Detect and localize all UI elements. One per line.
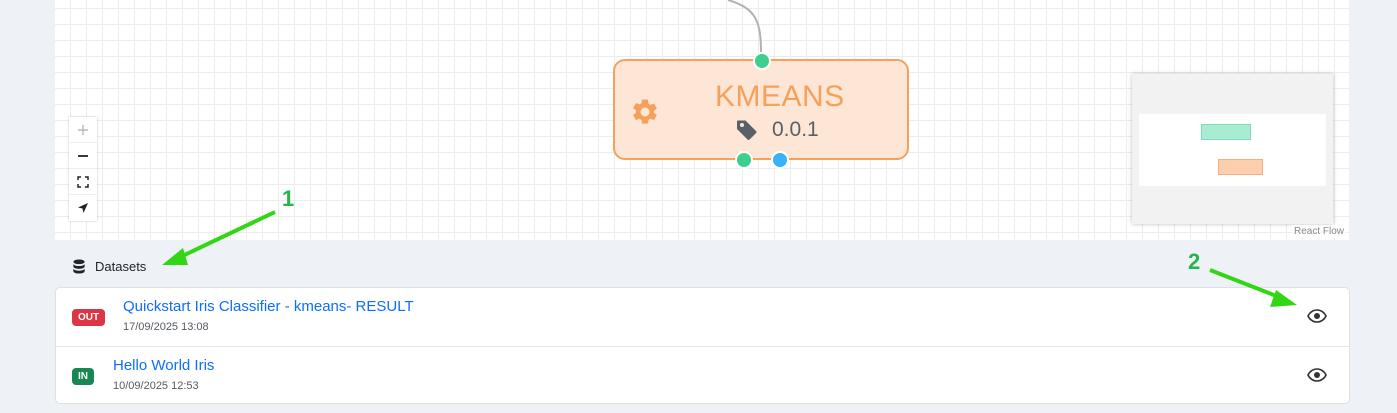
- minimap-node-green: [1201, 124, 1251, 140]
- zoom-in-button[interactable]: [69, 117, 97, 143]
- react-flow-attribution[interactable]: React Flow: [1290, 225, 1347, 238]
- fit-view-button[interactable]: [69, 169, 97, 195]
- in-badge: IN: [72, 368, 94, 385]
- zoom-out-button[interactable]: [69, 143, 97, 169]
- navigation-arrow-icon: [78, 203, 88, 213]
- minimap[interactable]: [1132, 74, 1333, 224]
- fit-view-icon: [77, 175, 89, 188]
- datasets-list: OUT Quickstart Iris Classifier - kmeans-…: [55, 287, 1350, 404]
- list-item[interactable]: IN Hello World Iris 10/09/2025 12:53: [56, 346, 1349, 405]
- plus-icon: [78, 124, 88, 135]
- tag-icon: [737, 120, 757, 140]
- datasets-title: Datasets: [95, 259, 147, 274]
- minimap-node-orange: [1218, 159, 1263, 175]
- dataset-link[interactable]: Quickstart Iris Classifier - kmeans- RES…: [123, 298, 414, 315]
- datasets-header: Datasets: [72, 259, 146, 274]
- node-version: 0.0.1: [772, 118, 819, 141]
- flow-controls: [69, 117, 97, 221]
- output-handle-blue[interactable]: [771, 151, 789, 169]
- dataset-link[interactable]: Hello World Iris: [113, 357, 214, 374]
- annotation-label-1: 1: [282, 186, 295, 211]
- input-handle[interactable]: [753, 52, 771, 70]
- eye-icon[interactable]: [1307, 367, 1327, 383]
- locate-button[interactable]: [69, 195, 97, 221]
- flow-canvas[interactable]: KMEANS 0.0.1 React Flow: [55, 0, 1349, 240]
- database-icon: [73, 259, 85, 274]
- annotation-label-2: 2: [1188, 249, 1201, 274]
- minus-icon: [78, 154, 88, 157]
- eye-icon[interactable]: [1307, 308, 1327, 324]
- dataset-date: 17/09/2025 13:08: [123, 321, 209, 333]
- gear-icon: [633, 99, 657, 124]
- kmeans-node[interactable]: KMEANS 0.0.1: [613, 59, 909, 160]
- list-item[interactable]: OUT Quickstart Iris Classifier - kmeans-…: [56, 288, 1349, 346]
- out-badge: OUT: [72, 309, 106, 326]
- dataset-date: 10/09/2025 12:53: [113, 380, 199, 392]
- node-title: KMEANS: [715, 80, 845, 113]
- output-handle-green[interactable]: [735, 151, 753, 169]
